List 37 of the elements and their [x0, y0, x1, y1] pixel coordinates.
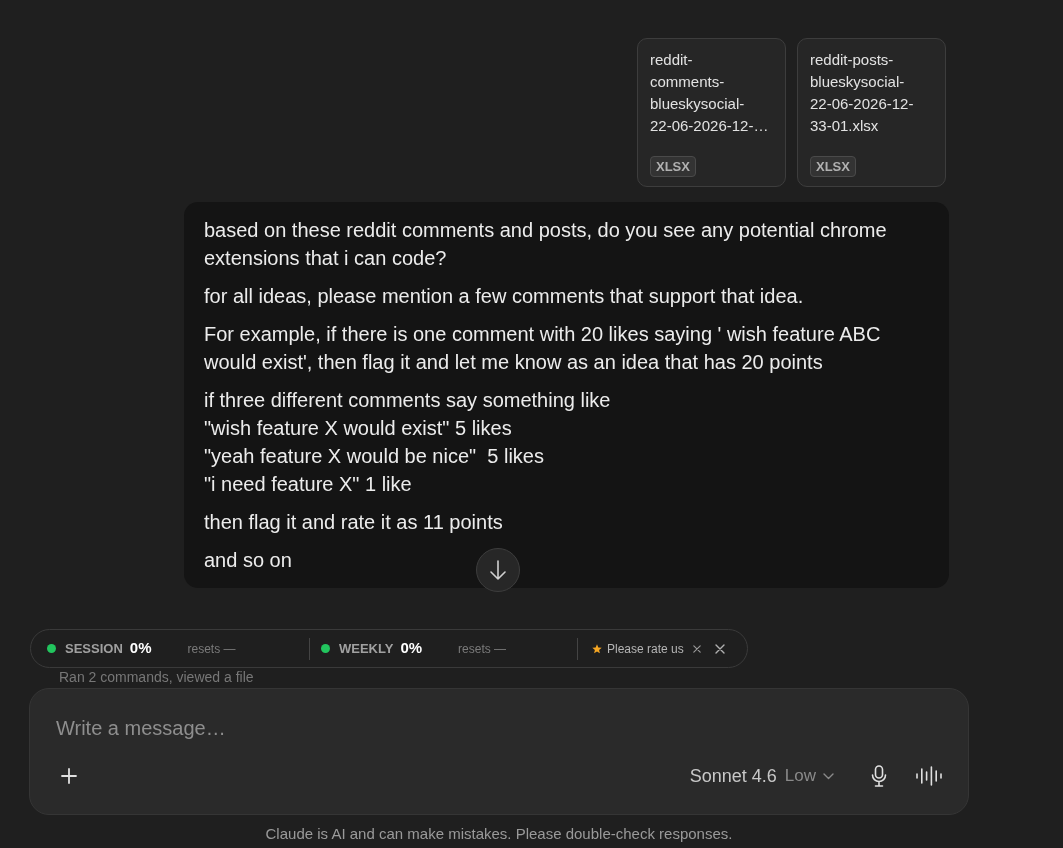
file-name: reddit-posts- blueskysocial- 22-06-2026-12- 33-01.xlsx: [810, 50, 915, 136]
arrow-down-icon: [489, 560, 507, 580]
close-icon: [692, 644, 701, 653]
reset-time: resets —: [458, 640, 507, 658]
file-attachment-card[interactable]: reddit-posts- blueskysocial- 22-06-2026-12- 33-01.xlsx XLSX: [797, 38, 946, 187]
message-paragraph: based on these reddit comments and posts, do you see any potential chrome extensions that i can code?: [204, 218, 887, 271]
meter-label: SESSION: [65, 639, 123, 658]
file-type-tag: XLSX: [650, 156, 696, 177]
dismiss-rate-button[interactable]: [691, 643, 702, 654]
file-type-tag: XLSX: [810, 156, 856, 177]
message-input[interactable]: Write a message…: [54, 714, 944, 742]
scroll-down-button[interactable]: [476, 548, 520, 592]
waveform-icon: [916, 766, 942, 786]
meter-label: WEEKLY: [339, 639, 394, 658]
status-dot-icon: [47, 644, 56, 653]
close-icon: [714, 643, 725, 654]
plus-icon: [61, 768, 77, 784]
meter-value: 0%: [400, 638, 423, 659]
message-paragraph: and so on: [204, 548, 292, 573]
message-paragraph: then flag it and rate it as 11 points: [204, 510, 503, 535]
model-selector[interactable]: Sonnet 4.6: [689, 764, 777, 788]
message-paragraph: For example, if there is one comment with 20 likes saying ' wish feature ABC would exist', then flag it and let me know as an idea that has 20 points: [204, 322, 881, 375]
message-paragraph: if three different comments say something like "wish feature X would exist" 5 likes "yeah feature X would be nice" 5 likes "i need feature X" 1 like: [204, 388, 611, 497]
file-name: reddit- comments- blueskysocial- 22-06-2026-12-…: [650, 50, 770, 136]
file-attachment-card[interactable]: reddit- comments- blueskysocial- 22-06-2026-12-… XLSX: [637, 38, 786, 187]
chevron-down-icon: [823, 772, 834, 780]
effort-selector[interactable]: Low: [784, 764, 834, 788]
meter-value: 0%: [129, 638, 152, 659]
message-paragraph: for all ideas, please mention a few comments that support that idea.: [204, 284, 804, 309]
status-dot-icon: [321, 644, 330, 653]
microphone-icon: [871, 765, 887, 787]
disclaimer-text: Claude is AI and can make mistakes. Please double-check responses.: [264, 824, 734, 844]
reset-time: resets —: [187, 640, 236, 658]
activity-summary: Ran 2 commands, viewed a file: [59, 669, 254, 685]
close-status-bar-button[interactable]: [713, 642, 726, 655]
rate-us-link[interactable]: Please rate us: [592, 639, 684, 658]
star-icon: [592, 643, 602, 654]
